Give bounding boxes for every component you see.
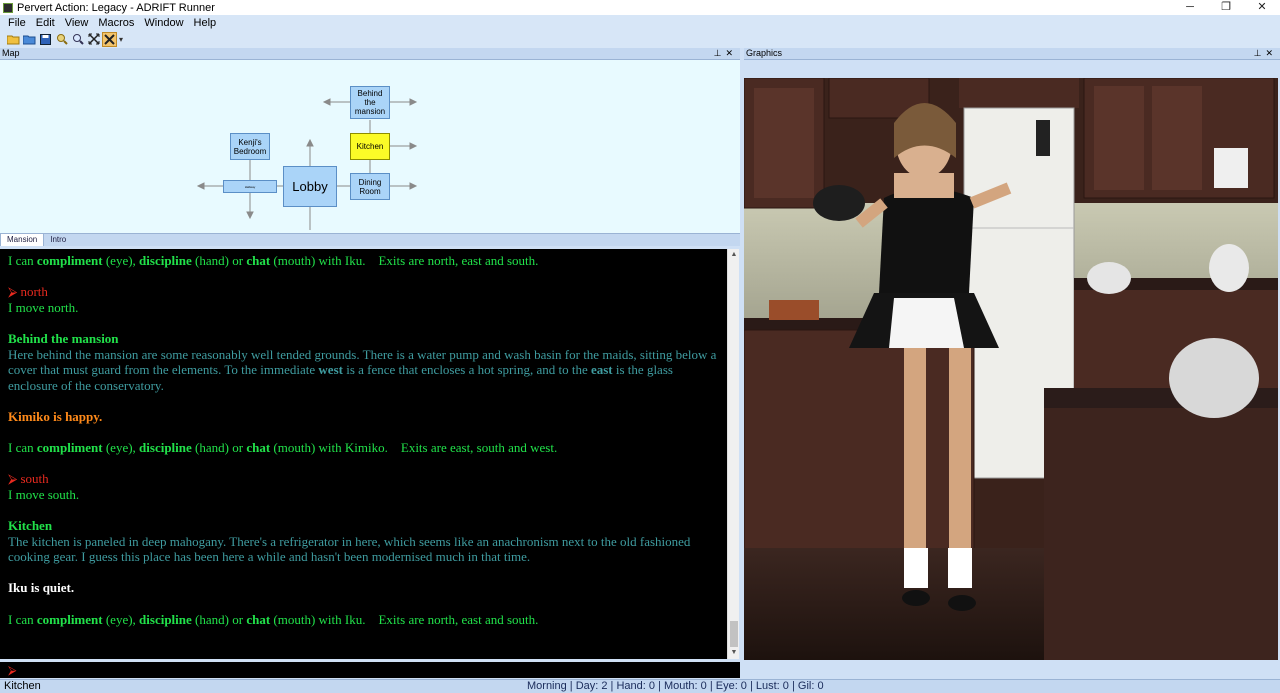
verb-compliment: compliment — [36, 253, 103, 268]
status-bar: Kitchen Morning | Day: 2 | Hand: 0 | Mou… — [0, 679, 1280, 693]
verb-compliment: compliment — [36, 611, 103, 627]
text-span: (eye), — [102, 611, 140, 627]
verb-chat: chat — [246, 253, 271, 268]
text-span: (hand) or — [191, 611, 247, 627]
map-room-dining-room[interactable]: Dining Room — [350, 173, 390, 200]
transcript-line: I can compliment (eye), discipline (hand… — [8, 440, 719, 456]
text-span: is a fence that encloses a hot spring, a… — [342, 362, 591, 378]
text-span: I can — [8, 611, 37, 627]
menu-window[interactable]: Window — [142, 17, 185, 29]
transcript-scrollbar[interactable]: ▲ ▼ — [727, 249, 739, 659]
verb-chat: chat — [246, 440, 271, 456]
graphics-pane — [744, 78, 1278, 660]
map-room-kenjis-bedroom[interactable]: Kenji's Bedroom — [230, 133, 270, 160]
menu-bar: File Edit View Macros Window Help — [0, 15, 1280, 30]
response-line: I move north. — [8, 299, 79, 315]
map-room-behind-the-mansion[interactable]: Behind the mansion — [350, 86, 390, 119]
character-mood: Kimiko is happy. — [8, 408, 103, 424]
response-line: I move south. — [8, 486, 80, 502]
text-span: (hand) or — [191, 253, 247, 268]
text-span: I can — [8, 440, 37, 456]
direction-east: east — [590, 362, 613, 378]
graphics-panel-controls[interactable]: ⊥✕ — [1254, 48, 1277, 59]
room-description: The kitchen is paneled in deep mahogany.… — [8, 533, 694, 565]
transcript-line: I can compliment (eye), discipline (hand… — [8, 612, 719, 628]
direction-west: west — [318, 362, 343, 378]
room-description: Here behind the mansion are some reasona… — [8, 347, 719, 394]
toolbar-overflow-icon[interactable]: ▾ — [119, 35, 123, 44]
tab-intro[interactable]: Intro — [44, 234, 72, 246]
verb-compliment: compliment — [36, 440, 103, 456]
search-icon[interactable] — [54, 32, 69, 47]
close-tool-icon[interactable] — [102, 31, 117, 47]
text-span: (mouth) with Iku. Exits are north, east … — [270, 611, 539, 627]
prompt-icon: ⮚ — [8, 663, 17, 677]
minimize-button[interactable]: ─ — [1172, 0, 1208, 15]
menu-macros[interactable]: Macros — [96, 17, 136, 29]
graphics-header-label: Graphics — [746, 48, 783, 58]
text-span: (mouth) with Iku. Exits are north, east … — [270, 253, 539, 268]
verb-discipline: discipline — [139, 611, 192, 627]
save-icon[interactable] — [38, 32, 53, 47]
text-span: I can — [8, 253, 37, 268]
tab-mansion[interactable]: Mansion — [0, 234, 45, 246]
room-title: Behind the mansion — [8, 330, 119, 346]
zoom-icon[interactable] — [70, 32, 85, 47]
map-room-kitchen[interactable]: Kitchen — [350, 133, 390, 160]
verb-discipline: discipline — [139, 440, 192, 456]
restore-button[interactable]: ❐ — [1208, 0, 1244, 15]
menu-file[interactable]: File — [6, 17, 28, 29]
open-folder-icon[interactable] — [6, 32, 21, 47]
map-panel-header: Map ⊥✕ — [0, 48, 740, 60]
room-title: Kitchen — [8, 518, 53, 534]
scrollbar-thumb[interactable] — [730, 621, 738, 647]
scroll-down-icon[interactable]: ▼ — [728, 647, 740, 659]
toolbar: ▾ — [0, 30, 1280, 48]
command-input[interactable]: ⮚ — [0, 660, 740, 678]
window-title: Pervert Action: Legacy - ADRIFT Runner — [17, 1, 215, 14]
map-room-hallway[interactable]: Hallway — [223, 180, 277, 193]
menu-help[interactable]: Help — [192, 17, 219, 29]
text-span: (eye), — [102, 253, 140, 268]
text-span: (mouth) with Kimiko. Exits are east, sou… — [270, 440, 558, 456]
player-command: ⮚ north — [8, 284, 48, 300]
verb-chat: chat — [246, 611, 271, 627]
scene-image — [744, 78, 1278, 660]
scroll-up-icon[interactable]: ▲ — [728, 249, 740, 261]
map-room-lobby[interactable]: Lobby — [283, 166, 337, 207]
status-location: Kitchen — [4, 680, 41, 692]
menu-edit[interactable]: Edit — [34, 17, 57, 29]
verb-discipline: discipline — [139, 253, 192, 268]
open-file-icon[interactable] — [22, 32, 37, 47]
character-mood: Iku is quiet. — [8, 580, 75, 596]
title-bar: Pervert Action: Legacy - ADRIFT Runner ─… — [0, 0, 1280, 15]
map-tabs: Mansion Intro — [0, 233, 740, 246]
player-command: ⮚ south — [8, 471, 49, 487]
close-button[interactable]: ✕ — [1244, 0, 1280, 15]
app-icon — [3, 2, 13, 13]
text-span: (hand) or — [191, 440, 247, 456]
transcript-line: I can compliment (eye), discipline (hand… — [8, 253, 719, 269]
menu-view[interactable]: View — [63, 17, 91, 29]
map-pane: Behind the mansion Kitchen Kenji's Bedro… — [0, 60, 740, 233]
graphics-panel-header: Graphics ⊥✕ — [744, 48, 1280, 60]
status-stats: Morning | Day: 2 | Hand: 0 | Mouth: 0 | … — [527, 680, 824, 692]
map-header-label: Map — [2, 48, 20, 58]
text-span: (eye), — [102, 440, 140, 456]
expand-icon[interactable] — [86, 32, 101, 47]
map-panel-controls[interactable]: ⊥✕ — [714, 48, 737, 59]
transcript-pane[interactable]: I can compliment (eye), discipline (hand… — [0, 249, 727, 659]
